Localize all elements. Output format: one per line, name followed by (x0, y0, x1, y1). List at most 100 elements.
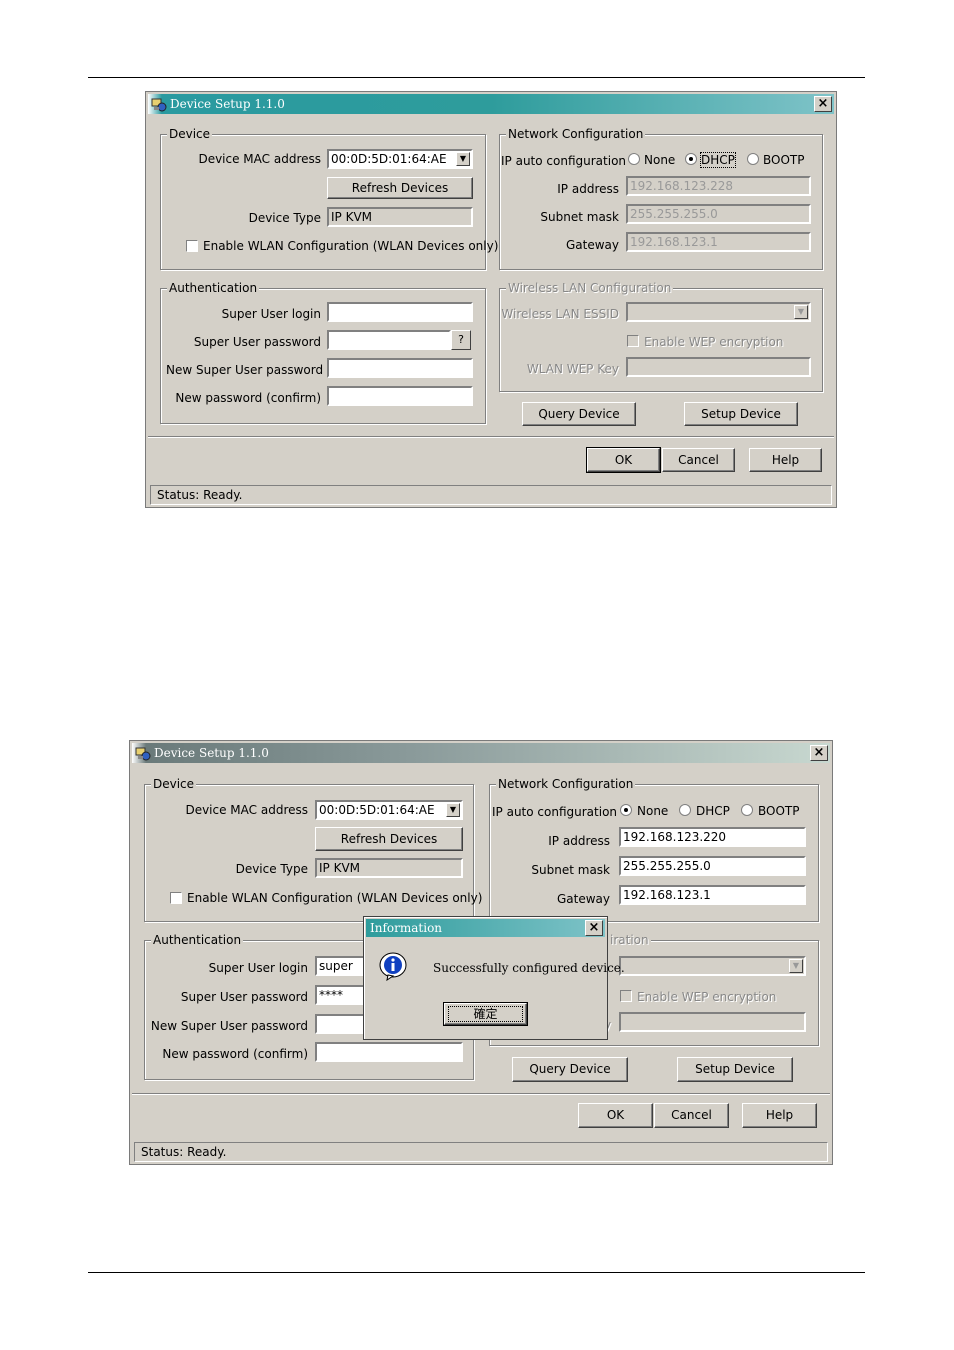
super-user-login-input[interactable] (327, 302, 473, 322)
close-button[interactable]: × (810, 745, 828, 761)
device-legend: Device (151, 777, 197, 791)
information-icon (379, 952, 407, 981)
super-user-login-label: Super User login (221, 307, 321, 321)
ok-button[interactable]: OK (586, 447, 661, 473)
wlan-wep-key-input[interactable] (619, 1012, 806, 1032)
wireless-essid-combobox[interactable]: ▼ (626, 302, 811, 322)
radio-dhcp-label: DHCP (696, 804, 730, 818)
gateway-input[interactable]: 192.168.123.1 (626, 232, 811, 252)
dialog-close-button[interactable]: × (585, 920, 603, 936)
super-user-password-label: Super User password (193, 335, 321, 349)
radio-none[interactable] (628, 153, 640, 165)
query-device-button[interactable]: Query Device (512, 1057, 628, 1082)
title-bar[interactable]: Device Setup 1.1.0 × (148, 94, 834, 114)
device-type-field: IP KVM (315, 858, 463, 878)
radio-bootp-label: BOOTP (758, 804, 800, 818)
window-title: Device Setup 1.1.0 (154, 746, 269, 760)
dialog-title: Information (370, 921, 443, 935)
authentication-legend: Authentication (151, 933, 244, 947)
chevron-down-icon[interactable]: ▼ (794, 305, 808, 319)
app-icon (135, 747, 151, 761)
refresh-devices-button[interactable]: Refresh Devices (327, 177, 473, 199)
enable-wlan-label: Enable WLAN Configuration (WLAN Devices … (203, 239, 499, 253)
chevron-down-icon[interactable]: ▼ (456, 152, 470, 166)
setup-device-button[interactable]: Setup Device (684, 402, 798, 426)
wlan-wep-key-input[interactable] (626, 357, 811, 377)
cancel-button[interactable]: Cancel (654, 1103, 729, 1128)
radio-dhcp[interactable] (679, 804, 691, 816)
radio-none[interactable] (620, 804, 632, 816)
help-button[interactable]: Help (742, 1103, 817, 1128)
device-type-label: Device Type (248, 211, 321, 225)
close-button[interactable]: × (814, 96, 832, 112)
enable-wep-checkbox[interactable] (620, 990, 632, 1002)
device-type-label: Device Type (235, 862, 308, 876)
enable-wlan-checkbox[interactable] (170, 892, 182, 904)
chevron-down-icon[interactable]: ▼ (789, 959, 803, 973)
mac-label: Device MAC address (185, 803, 308, 817)
wireless-essid-combobox[interactable]: ▼ (619, 956, 806, 976)
subnet-mask-input[interactable]: 255.255.255.0 (626, 204, 811, 224)
radio-dhcp[interactable] (685, 153, 697, 165)
confirm-password-input[interactable] (327, 386, 473, 406)
ip-auto-label: IP auto configuration (501, 154, 627, 168)
close-icon: × (817, 96, 829, 111)
confirm-password-label: New password (confirm) (175, 391, 321, 405)
status-bar: Status: Ready. (134, 1142, 828, 1162)
close-icon: × (588, 920, 600, 935)
new-password-input[interactable] (327, 358, 473, 378)
device-legend: Device (167, 127, 213, 141)
dialog-ok-label: 確定 (448, 1006, 523, 1022)
enable-wlan-checkbox[interactable] (186, 240, 198, 252)
subnet-mask-label: Subnet mask (531, 863, 610, 877)
super-user-password-label: Super User password (180, 990, 308, 1004)
gateway-input[interactable]: 192.168.123.1 (619, 885, 806, 905)
dialog-title-bar[interactable]: Information × (366, 919, 605, 937)
gateway-label: Gateway (556, 892, 610, 906)
ok-button[interactable]: OK (578, 1103, 653, 1128)
authentication-legend: Authentication (167, 281, 260, 295)
radio-none-label: None (637, 804, 669, 818)
super-user-password-input[interactable] (327, 330, 451, 350)
mac-value: 00:0D:5D:01:64:AE (331, 152, 447, 166)
ip-auto-label: IP auto configuration (492, 805, 618, 819)
title-bar[interactable]: Device Setup 1.1.0 × (132, 743, 830, 763)
confirm-password-input[interactable] (315, 1042, 463, 1062)
wireless-legend: Wireless LAN Configuration (506, 281, 674, 295)
enable-wep-label: Enable WEP encryption (637, 990, 777, 1004)
dialog-ok-button[interactable]: 確定 (443, 1002, 528, 1026)
subnet-mask-input[interactable]: 255.255.255.0 (619, 856, 806, 876)
chevron-down-icon[interactable]: ▼ (446, 803, 460, 817)
radio-dhcp-label: DHCP (700, 152, 736, 168)
mac-combobox[interactable]: 00:0D:5D:01:64:AE ▼ (327, 149, 473, 169)
radio-bootp[interactable] (747, 153, 759, 165)
password-help-button[interactable]: ? (451, 330, 471, 350)
enable-wep-checkbox[interactable] (627, 335, 639, 347)
ip-address-input[interactable]: 192.168.123.220 (619, 827, 806, 847)
information-dialog: Information × Successfully configured de… (363, 916, 625, 1040)
radio-bootp-label: BOOTP (763, 153, 805, 167)
mac-value: 00:0D:5D:01:64:AE (319, 803, 435, 817)
enable-wep-label: Enable WEP encryption (644, 335, 784, 349)
setup-device-button[interactable]: Setup Device (677, 1057, 793, 1082)
separator (148, 436, 834, 438)
mac-label: Device MAC address (198, 152, 321, 166)
radio-none-label: None (644, 153, 676, 167)
wireless-legend: iration (608, 933, 651, 947)
ip-address-input[interactable]: 192.168.123.228 (626, 176, 811, 196)
wlan-wep-key-label: WLAN WEP Key (526, 362, 619, 376)
mac-combobox[interactable]: 00:0D:5D:01:64:AE ▼ (315, 800, 463, 820)
refresh-devices-button[interactable]: Refresh Devices (315, 827, 463, 851)
device-setup-window-1: Device Setup 1.1.0 × Device Device MAC a… (145, 91, 837, 508)
cancel-button[interactable]: Cancel (662, 448, 735, 472)
network-legend: Network Configuration (496, 777, 636, 791)
enable-wlan-label: Enable WLAN Configuration (WLAN Devices … (187, 891, 483, 905)
new-password-label: New Super User password (150, 1019, 308, 1033)
device-type-field: IP KVM (327, 207, 473, 227)
query-device-button[interactable]: Query Device (522, 402, 636, 426)
app-icon (151, 98, 167, 112)
status-bar: Status: Ready. (150, 485, 832, 505)
radio-bootp[interactable] (741, 804, 753, 816)
help-button[interactable]: Help (749, 448, 822, 472)
top-rule (88, 77, 865, 78)
